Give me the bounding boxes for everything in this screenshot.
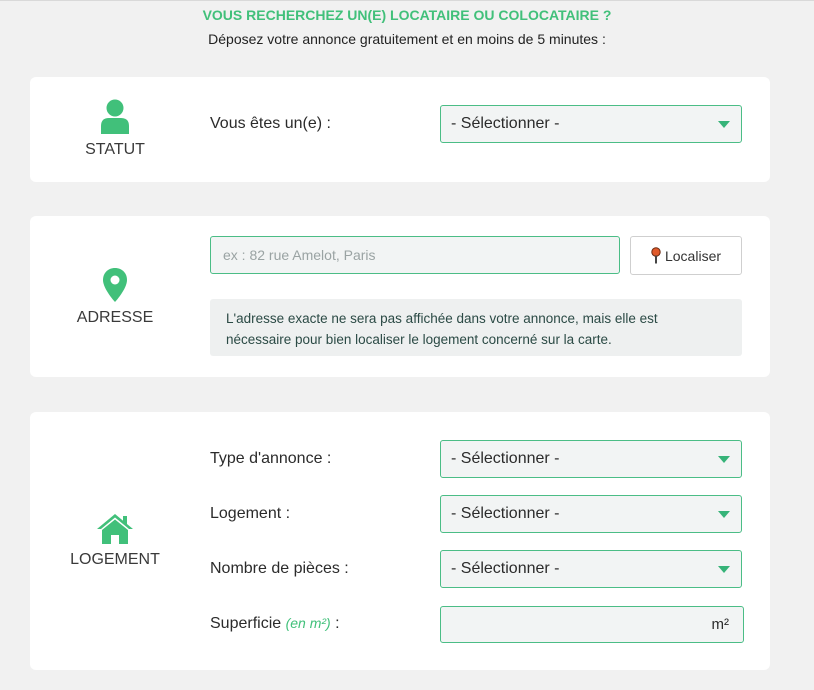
localiser-button-label: Localiser [664,247,722,264]
top-divider [0,0,814,1]
superficie-input[interactable]: m² [440,606,744,643]
superficie-label-text: Superficie [210,615,282,632]
nombre-pieces-select[interactable]: - Sélectionner - [440,550,742,588]
adresse-card: ADRESSE Localiser L'adresse exacte ne se… [30,216,770,377]
superficie-label: Superficie (en m²) : [210,615,340,633]
pin-icon [651,247,661,264]
logement-type-select[interactable]: - Sélectionner - [440,495,742,533]
page-title: VOUS RECHERCHEZ UN(E) LOCATAIRE OU COLOC… [202,7,612,23]
address-input[interactable] [210,236,620,274]
page-subtitle: Déposez votre annonce gratuitement et en… [208,31,606,47]
person-icon [101,99,129,134]
type-annonce-label: Type d'annonce : [210,450,332,467]
note-line-1: L'adresse exacte ne sera pas affichée da… [226,311,658,326]
statut-section-label: STATUT [85,141,145,158]
statut-select[interactable]: - Sélectionner - [440,105,742,143]
adresse-side: ADRESSE [30,267,200,327]
logement-section-label: LOGEMENT [70,551,160,568]
nombre-pieces-select-value: - Sélectionner - [451,560,560,577]
logement-side: LOGEMENT [30,513,200,569]
superficie-unit-hint: (en m²) [285,615,331,631]
type-annonce-select-value: - Sélectionner - [451,450,560,467]
localiser-button[interactable]: Localiser [630,236,742,275]
chevron-down-icon [718,566,730,573]
type-annonce-select[interactable]: - Sélectionner - [440,440,742,478]
logement-type-label: Logement : [210,505,291,522]
adresse-section-label: ADRESSE [76,309,154,326]
logement-card: LOGEMENT Type d'annonce : - Sélectionner… [30,412,770,670]
location-pin-icon [103,268,127,302]
superficie-label-colon: : [330,615,340,632]
address-info-note: L'adresse exacte ne sera pas affichée da… [210,299,742,356]
house-icon [97,514,133,544]
nombre-pieces-label: Nombre de pièces : [210,560,349,577]
superficie-suffix: m² [711,616,730,633]
statut-card: STATUT Vous êtes un(e) : - Sélectionner … [30,77,770,182]
chevron-down-icon [718,121,730,128]
note-line-2: nécessaire pour bien localiser le logeme… [226,332,612,347]
chevron-down-icon [718,511,730,518]
statut-question-label: Vous êtes un(e) : [210,115,331,132]
statut-select-value: - Sélectionner - [451,115,560,132]
logement-type-select-value: - Sélectionner - [451,505,560,522]
chevron-down-icon [718,456,730,463]
statut-side: STATUT [30,99,200,159]
